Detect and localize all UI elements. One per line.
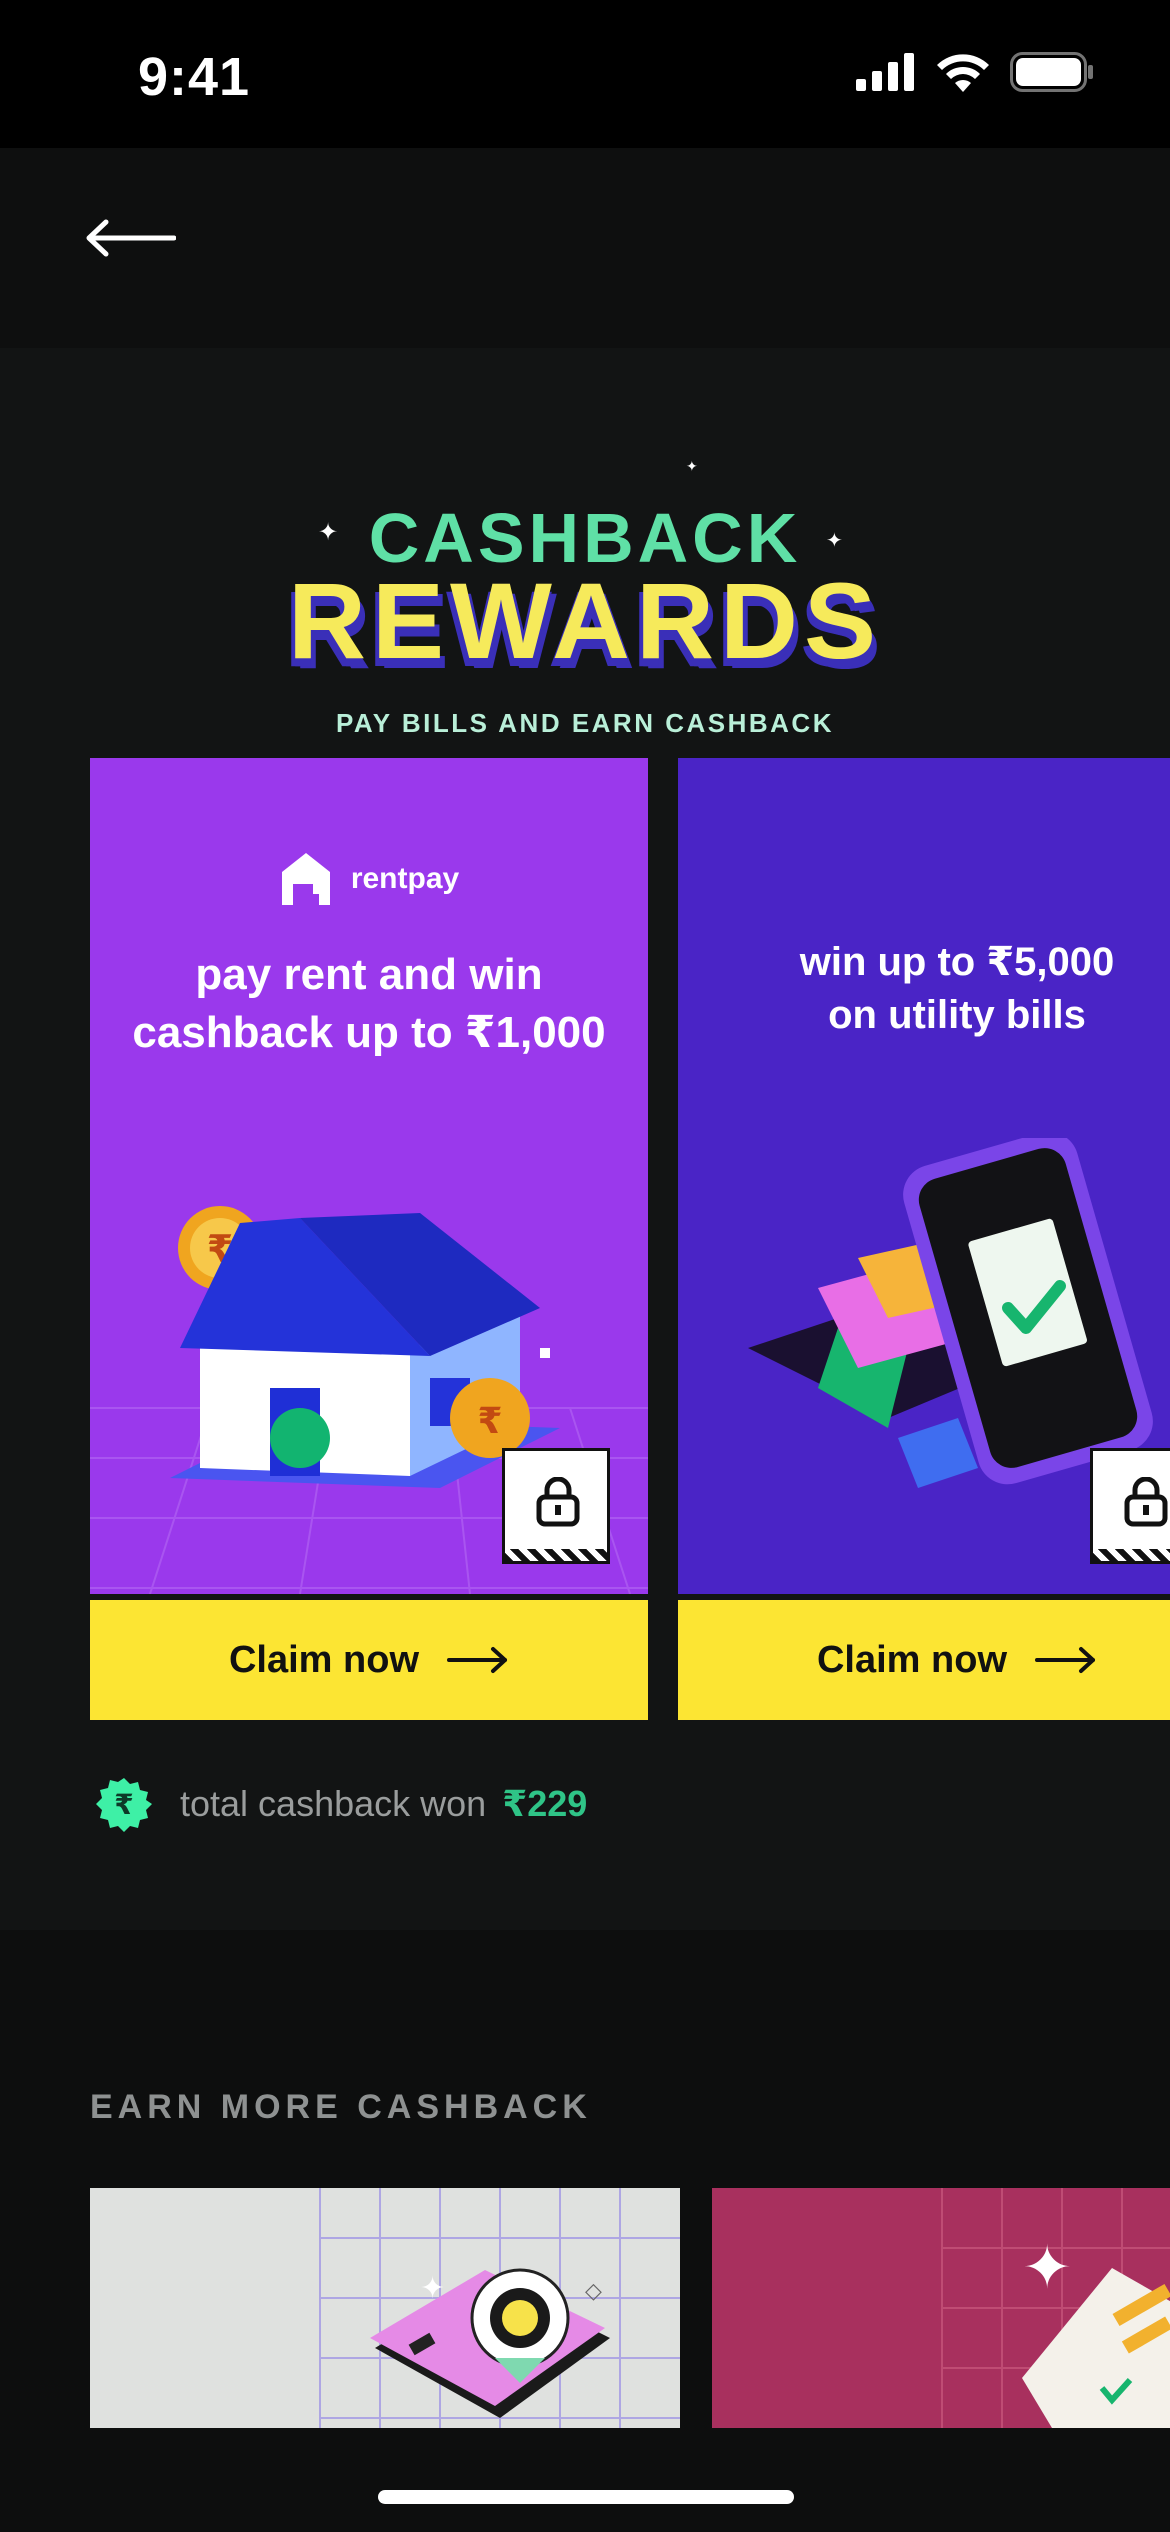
total-cashback-value: ₹229 [502,1783,588,1824]
brand-name: rentpay [350,862,460,895]
headline-line: win up to ₹5,000 [799,940,1115,984]
card-headline: pay rent and win cashback up to ₹1,000 [90,946,648,1062]
claim-now-button[interactable]: Claim now [678,1600,1170,1720]
signal-icon [856,53,914,91]
home-indicator[interactable] [378,2490,794,2504]
claim-now-button[interactable]: Claim now [90,1600,648,1720]
headline-line: on utility bills [828,992,1086,1037]
bill-offer-illustration: ✦ [941,2188,1170,2428]
arrow-left-icon [86,219,176,257]
hero-title-main: REWARDS [287,560,883,681]
hero-banner: ✦ ✦ ✦ CASHBACK REWARDS PAY BILLS AND EAR… [0,418,1170,738]
rupee-badge-icon: ₹ [96,1778,152,1832]
back-button[interactable] [84,198,184,278]
status-bar: 9:41 [0,0,1170,148]
headline-line: pay rent and win [195,950,543,999]
lock-icon [1124,1477,1168,1527]
total-cashback-label: total cashback won [180,1783,487,1824]
earn-offer-card[interactable]: ✦ [712,2188,1170,2428]
svg-text:✦: ✦ [420,2271,445,2306]
arrow-right-icon [1035,1647,1096,1673]
lock-icon [536,1477,580,1527]
headline-line: cashback up to ₹1,000 [132,1008,606,1058]
earn-more-title: EARN MORE CASHBACK [90,2088,592,2126]
total-cashback-row: ₹ total cashback won ₹229 [96,1776,587,1832]
utility-cashback-card[interactable]: win up to ₹5,000 on utility bills Claim … [678,758,1170,2072]
sparkle-icon: ✦ [686,458,698,474]
svg-text:✦: ✦ [1022,2233,1072,2303]
card-offer-illustration: ✦ ◇ [319,2188,680,2428]
status-icons [856,52,1094,92]
card-headline: win up to ₹5,000 on utility bills [678,936,1170,1042]
svg-text:◇: ◇ [585,2279,602,2304]
rewards-section: ✦ ✦ ✦ CASHBACK REWARDS PAY BILLS AND EAR… [0,348,1170,1930]
svg-text:₹: ₹ [477,1401,502,1442]
rentpay-brand: rentpay [90,850,648,908]
rent-cashback-card[interactable]: rentpay pay rent and win cashback up to … [90,758,648,2072]
lock-badge [1090,1448,1170,1564]
claim-now-label: Claim now [816,1638,1008,1681]
svg-text:₹: ₹ [114,1788,133,1821]
card-visual: rentpay pay rent and win cashback up to … [90,758,648,1594]
earn-offer-card[interactable]: ✦ ◇ [90,2188,680,2428]
hero-subtitle: PAY BILLS AND EARN CASHBACK [336,708,834,738]
battery-icon [1010,52,1093,92]
arrow-right-icon [447,1647,508,1673]
card-visual: win up to ₹5,000 on utility bills [678,758,1170,1594]
status-time: 9:41 [138,47,251,107]
lock-badge [502,1448,610,1564]
app-header [0,148,1170,348]
screen: 9:41 ✦ ✦ ✦ CASHBACK REWARDS PAY BILLS AN… [0,0,1170,2532]
house-logo-icon [281,853,330,905]
claim-now-label: Claim now [228,1638,420,1681]
wifi-icon [937,54,989,92]
